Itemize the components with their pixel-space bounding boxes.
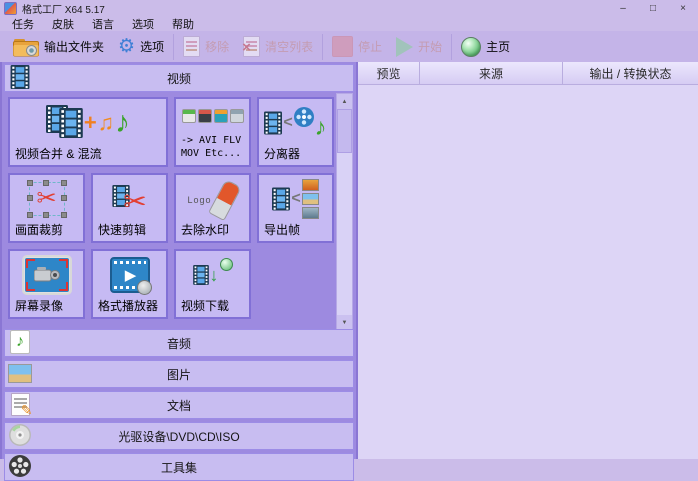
column-header-preview[interactable]: 预览 (358, 62, 420, 84)
audio-icon: ♪ (7, 330, 33, 354)
section-header-picture[interactable]: 图片 (4, 360, 354, 388)
tile-video-merge-mux[interactable]: + ♫ ♪ 视频合并 & 混流 (8, 97, 168, 167)
filmstrip-icon (7, 65, 33, 89)
maximize-button[interactable]: □ (638, 0, 668, 16)
window-title: 格式工厂 X64 5.17 (22, 1, 105, 16)
tile-video-formats[interactable]: -> AVI FLV MOV Etc... (174, 97, 251, 167)
tile-format-player[interactable]: ▶ 格式播放器 (91, 249, 168, 319)
task-table-header: 预览 来源 输出 / 转换状态 (358, 62, 698, 85)
scroll-thumb[interactable] (337, 109, 352, 153)
category-panel: 视频 + ♫ ♪ 视频合并 & 混流 -> AVI FLV MOV Etc... (0, 62, 358, 459)
crop-icon: ✂ (10, 176, 83, 222)
section-label: 图片 (167, 366, 191, 383)
task-list-panel: 预览 来源 输出 / 转换状态 (358, 62, 698, 459)
scroll-up-button[interactable]: ▲ (337, 94, 352, 109)
clear-list-button[interactable]: × 清空列表 (236, 33, 320, 61)
remove-file-icon (183, 36, 200, 57)
home-button[interactable]: 主页 (454, 33, 517, 61)
minimize-button[interactable]: – (608, 0, 638, 16)
format-player-icon: ▶ (93, 252, 166, 298)
menu-item-tasks[interactable]: 任务 (10, 16, 36, 32)
start-button[interactable]: 开始 (389, 33, 449, 61)
toolbar: 输出文件夹 ⚙ 选项 移除 × 清空列表 停止 开始 主页 (0, 31, 698, 63)
tile-label: 格式播放器 (98, 297, 158, 314)
toolbar-separator (451, 34, 452, 60)
tile-crop[interactable]: ✂ 画面裁剪 (8, 173, 85, 243)
section-header-video[interactable]: 视频 (4, 64, 354, 92)
section-label: 工具集 (161, 459, 197, 476)
scroll-down-button[interactable]: ▼ (337, 315, 352, 330)
section-header-document[interactable]: ✎ 文档 (4, 391, 354, 419)
close-button[interactable]: × (668, 0, 698, 16)
title-bar: 格式工厂 X64 5.17 – □ × (0, 0, 698, 16)
stop-label: 停止 (358, 38, 382, 55)
tile-quick-clip[interactable]: ✂ 快速剪辑 (91, 173, 168, 243)
section-label: 音频 (167, 335, 191, 352)
clear-list-icon: × (243, 36, 260, 57)
section-header-toolset[interactable]: 工具集 (4, 453, 354, 481)
menu-bar: 任务 皮肤 语言 选项 帮助 (0, 16, 698, 31)
section-label: 光驱设备\DVD\CD\ISO (118, 428, 239, 445)
video-download-icon: ↓ (176, 252, 249, 298)
column-header-source[interactable]: 来源 (420, 62, 563, 84)
play-icon (396, 37, 413, 57)
output-folder-button[interactable]: 输出文件夹 (6, 33, 111, 61)
tiles-scrollbar[interactable]: ▲ ▼ (336, 93, 353, 331)
collapsed-sections: ♪ 音频 图片 ✎ 文档 光驱设备\DVD\CD\ISO (4, 329, 354, 481)
gear-icon: ⚙ (118, 37, 135, 56)
start-label: 开始 (418, 38, 442, 55)
menu-item-help[interactable]: 帮助 (170, 16, 196, 32)
tile-video-download[interactable]: ↓ 视频下载 (174, 249, 251, 319)
menu-item-options[interactable]: 选项 (130, 16, 156, 32)
folder-icon (13, 37, 39, 57)
section-header-disc[interactable]: 光驱设备\DVD\CD\ISO (4, 422, 354, 450)
tile-label: 视频下载 (181, 297, 229, 314)
remove-label: 移除 (205, 38, 229, 55)
toolbar-separator (322, 34, 323, 60)
splitter-icon: < ♪ (259, 100, 332, 146)
toolset-icon (7, 454, 33, 478)
eraser-icon: Logo (176, 176, 249, 222)
menu-item-language[interactable]: 语言 (90, 16, 116, 32)
tile-label: 去除水印 (181, 221, 229, 238)
tile-label: 屏幕录像 (15, 297, 63, 314)
tile-label: 画面裁剪 (15, 221, 63, 238)
stop-icon (332, 36, 353, 57)
section-label: 视频 (167, 70, 191, 87)
export-frames-icon: < (259, 176, 332, 222)
tile-export-frames[interactable]: < 导出帧 (257, 173, 334, 243)
remove-button[interactable]: 移除 (176, 33, 236, 61)
globe-icon (461, 37, 481, 57)
video-tools-grid: + ♫ ♪ 视频合并 & 混流 -> AVI FLV MOV Etc... < (4, 93, 338, 329)
section-label: 文档 (167, 397, 191, 414)
tile-label: 导出帧 (264, 221, 300, 238)
tile-label: 视频合并 & 混流 (15, 145, 102, 162)
stop-button[interactable]: 停止 (325, 33, 389, 61)
output-folder-label: 输出文件夹 (44, 38, 104, 55)
home-label: 主页 (486, 38, 510, 55)
tile-splitter[interactable]: < ♪ 分离器 (257, 97, 334, 167)
options-label: 选项 (140, 38, 164, 55)
section-header-audio[interactable]: ♪ 音频 (4, 329, 354, 357)
options-button[interactable]: ⚙ 选项 (111, 33, 171, 61)
quick-clip-icon: ✂ (93, 176, 166, 222)
menu-item-skin[interactable]: 皮肤 (50, 16, 76, 32)
tile-label: 快速剪辑 (98, 221, 146, 238)
screen-record-icon (10, 252, 83, 298)
task-list-body[interactable] (358, 84, 698, 459)
tile-remove-watermark[interactable]: Logo 去除水印 (174, 173, 251, 243)
clear-list-label: 清空列表 (265, 38, 313, 55)
document-icon: ✎ (7, 392, 33, 416)
tile-label: 分离器 (264, 145, 300, 162)
column-header-status[interactable]: 输出 / 转换状态 (563, 62, 698, 84)
tile-screen-record[interactable]: 屏幕录像 (8, 249, 85, 319)
merge-mux-icon: + ♫ ♪ (10, 100, 166, 146)
toolbar-separator (173, 34, 174, 60)
disc-icon (7, 423, 33, 447)
app-icon (4, 2, 17, 15)
tile-label: -> AVI FLV MOV Etc... (181, 134, 241, 160)
picture-icon (7, 361, 33, 385)
